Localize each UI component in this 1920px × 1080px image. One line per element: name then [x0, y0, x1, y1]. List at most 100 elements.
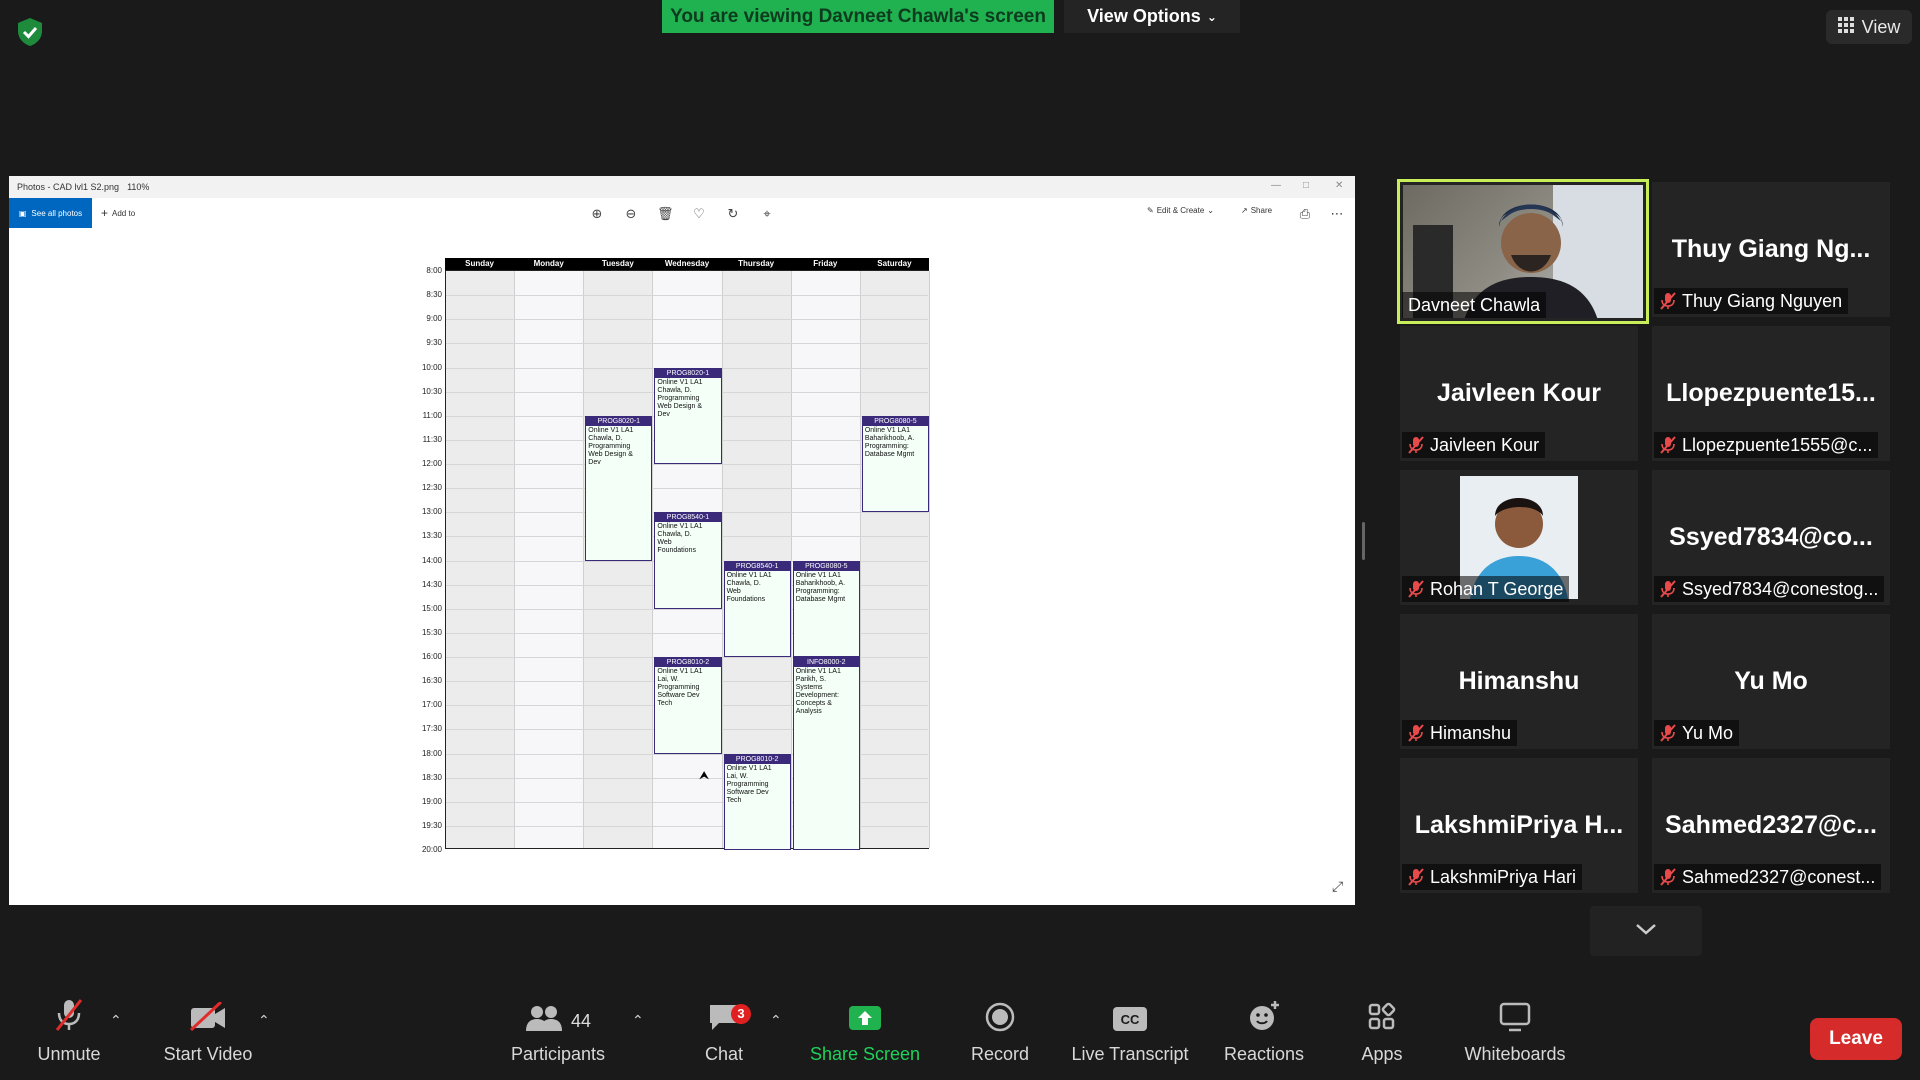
- add-to-button[interactable]: + Add to: [101, 198, 135, 228]
- calendar-event[interactable]: PROG8080-5 Online V1 LA1 Baharikhoob, A. …: [861, 415, 929, 513]
- whiteboards-button[interactable]: Whiteboards: [1456, 990, 1574, 1080]
- participant-display-name-text: Himanshu: [1458, 667, 1580, 695]
- calendar-event[interactable]: PROG8080-5 Online V1 LA1 Baharikhoob, A. …: [792, 560, 860, 657]
- time-label: 10:00: [421, 362, 442, 372]
- whiteboards-label: Whiteboards: [1464, 1044, 1566, 1064]
- see-all-label: See all photos: [31, 208, 83, 218]
- day-header-thursday: Thursday: [738, 259, 775, 268]
- reactions-label: Reactions: [1223, 1044, 1305, 1064]
- zoom-out-icon[interactable]: ⊖: [623, 206, 639, 222]
- apps-button[interactable]: Apps: [1350, 990, 1414, 1080]
- record-button[interactable]: Record: [958, 990, 1042, 1080]
- participant-tile[interactable]: Rohan T George: [1400, 470, 1638, 605]
- share-screen-button[interactable]: Share Screen: [808, 990, 922, 1080]
- participant-name-tag: Himanshu: [1402, 720, 1518, 746]
- calendar-event[interactable]: PROG8540-1 Online V1 LA1 Chawla, D. Web F…: [654, 512, 722, 609]
- time-label: 19:00: [421, 796, 442, 806]
- event-course-code: PROG8010-2: [655, 658, 721, 667]
- delete-icon[interactable]: 🗑: [657, 206, 674, 222]
- chat-unread-badge: 3: [731, 1004, 751, 1024]
- add-to-label: Add to: [112, 208, 136, 218]
- rotate-icon[interactable]: ↻: [725, 206, 741, 222]
- participant-tile[interactable]: Thuy Giang Ng... Thuy Giang Nguyen: [1652, 182, 1890, 317]
- minimize-icon[interactable]: —: [1271, 180, 1281, 191]
- view-options-button[interactable]: View Options ⌄: [1064, 0, 1240, 33]
- participant-name: Rohan T George: [1430, 578, 1564, 599]
- participant-name-tag: Rohan T George: [1402, 576, 1570, 602]
- apps-label: Apps: [1361, 1044, 1403, 1064]
- audio-options-caret-icon[interactable]: ⌃: [110, 1012, 122, 1029]
- video-options-caret-icon[interactable]: ⌃: [258, 1012, 270, 1029]
- calendar-event[interactable]: PROG8020-1 Online V1 LA1 Chawla, D. Progr…: [585, 415, 653, 561]
- panel-splitter-handle[interactable]: [1362, 522, 1365, 560]
- participant-tile[interactable]: Llopezpuente15... Llopezpuente1555@c...: [1652, 326, 1890, 461]
- time-label: 18:30: [421, 772, 442, 782]
- leave-button[interactable]: Leave: [1810, 1018, 1902, 1060]
- maximize-icon[interactable]: □: [1303, 180, 1309, 191]
- participants-button[interactable]: 44 Participants: [508, 990, 608, 1080]
- unmute-button[interactable]: Unmute: [28, 990, 110, 1080]
- calendar-event[interactable]: PROG8010-2 Online V1 LA1 Lai, W. Programm…: [723, 753, 791, 850]
- participants-count: 44: [570, 1011, 592, 1031]
- time-label: 13:00: [421, 507, 442, 517]
- participant-tile[interactable]: Jaivleen Kour Jaivleen Kour: [1400, 326, 1638, 461]
- day-column: [446, 271, 516, 848]
- participant-name-tag: Thuy Giang Nguyen: [1654, 288, 1849, 314]
- reactions-button[interactable]: Reactions: [1216, 990, 1312, 1080]
- participant-tile[interactable]: Sahmed2327@c... Sahmed2327@conest...: [1652, 758, 1890, 893]
- print-icon[interactable]: ⎙: [1297, 206, 1313, 222]
- share-button[interactable]: ↗ Share: [1241, 206, 1272, 215]
- calendar-event[interactable]: PROG8010-2 Online V1 LA1 Lai, W. Programm…: [654, 657, 722, 754]
- live-transcript-button[interactable]: CC Live Transcript: [1066, 990, 1194, 1080]
- start-video-button[interactable]: Start Video: [158, 990, 258, 1080]
- edit-create-button[interactable]: ✎ Edit & Create ⌄: [1147, 206, 1214, 215]
- participant-tile[interactable]: Himanshu Himanshu: [1400, 614, 1638, 749]
- grid-line: [446, 319, 928, 321]
- participant-tile[interactable]: Davneet Chawla: [1397, 179, 1649, 324]
- view-button[interactable]: View: [1826, 10, 1912, 44]
- crop-icon[interactable]: ⌖: [759, 206, 775, 222]
- participant-tile[interactable]: LakshmiPriya H... LakshmiPriya Hari: [1400, 758, 1638, 893]
- expand-icon[interactable]: ⤢: [1332, 878, 1343, 895]
- shared-screen[interactable]: Photos - CAD lvl1 S2.png 110% — □ ✕ ▣ Se…: [9, 176, 1355, 905]
- calendar-event[interactable]: INFO8000-2 Online V1 LA1 Parikh, S. Syste…: [792, 657, 860, 850]
- more-options-icon[interactable]: ⋯: [1329, 206, 1345, 222]
- next-page-button[interactable]: [1590, 906, 1702, 956]
- time-label: 8:00: [426, 266, 442, 275]
- day-column: [515, 271, 585, 848]
- close-icon[interactable]: ✕: [1335, 180, 1343, 191]
- time-label: 8:30: [426, 290, 442, 300]
- muted-microphone-icon: [1408, 436, 1424, 454]
- security-shield-icon[interactable]: [12, 14, 48, 50]
- participant-display-name-text: Sahmed2327@c...: [1665, 811, 1877, 839]
- participant-name: Himanshu: [1430, 722, 1512, 743]
- participants-icon: 44: [525, 990, 591, 1038]
- share-icon: ↗: [1241, 206, 1248, 215]
- chat-button[interactable]: Chat: [694, 990, 754, 1080]
- calendar-event[interactable]: PROG8020-1 Online V1 LA1 Chawla, D. Progr…: [654, 367, 722, 464]
- meeting-toolbar: Unmute ⌃ Start Video ⌃ 44 Participants ⌃…: [0, 990, 1920, 1080]
- zoom-in-icon[interactable]: ⊕: [589, 206, 605, 222]
- muted-microphone-icon: [1660, 436, 1676, 454]
- time-label: 15:00: [421, 603, 442, 613]
- photos-icon: ▣: [18, 208, 27, 218]
- day-header-saturday: Saturday: [877, 259, 912, 268]
- event-details: Online V1 LA1 Chawla, D. Web Foundations: [657, 523, 703, 555]
- participant-tile[interactable]: Yu Mo Yu Mo: [1652, 614, 1890, 749]
- smiley-plus-icon: [1247, 990, 1281, 1038]
- event-details: Online V1 LA1 Parikh, S. Systems Develop…: [795, 668, 841, 715]
- participant-name: Thuy Giang Nguyen: [1682, 290, 1843, 311]
- calendar-day-header: Sunday Monday Tuesday Wednesday Thursday Frid…: [445, 258, 929, 270]
- edit-create-label: Edit & Create: [1156, 206, 1205, 215]
- participant-name-tag: Jaivleen Kour: [1402, 432, 1546, 458]
- grid-line: [446, 488, 928, 490]
- calendar-event[interactable]: PROG8540-1 Online V1 LA1 Chawla, D. Web F…: [723, 560, 791, 657]
- participants-caret-icon[interactable]: ⌃: [632, 1012, 644, 1029]
- participant-tile[interactable]: Ssyed7834@co... Ssyed7834@conestog...: [1652, 470, 1890, 605]
- chat-caret-icon[interactable]: ⌃: [770, 1012, 782, 1029]
- event-details: Online V1 LA1 Baharikhoob, A. Programmin…: [795, 571, 846, 603]
- favorite-icon[interactable]: ♡: [691, 206, 707, 222]
- time-label: 12:30: [421, 483, 442, 493]
- see-all-photos-button[interactable]: ▣ See all photos: [9, 198, 92, 228]
- viewing-screen-banner: You are viewing Davneet Chawla's screen: [662, 0, 1054, 33]
